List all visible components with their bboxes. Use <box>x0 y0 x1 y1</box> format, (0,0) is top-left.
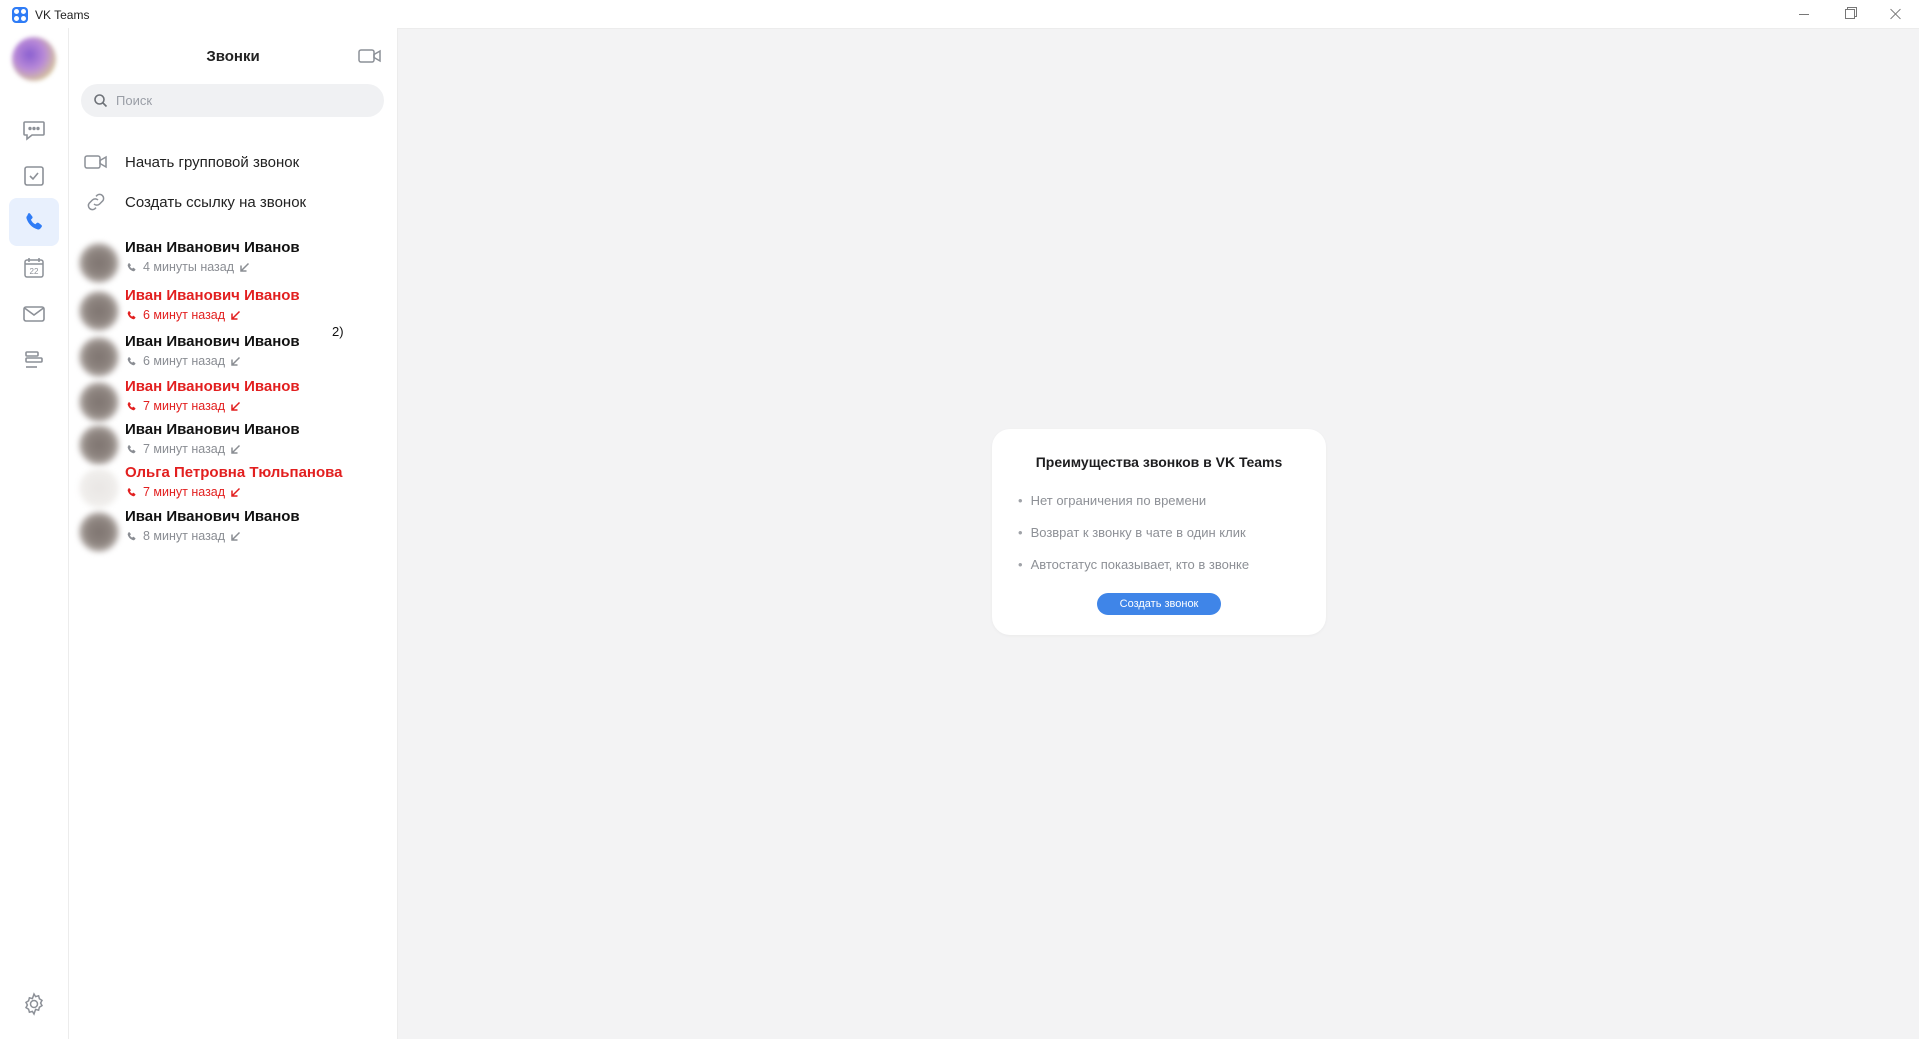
app-title: VK Teams <box>35 8 90 22</box>
card-title: Преимущества звонков в VK Teams <box>1035 454 1283 470</box>
panel-title: Звонки <box>206 48 260 65</box>
video-camera-icon <box>84 155 107 169</box>
incoming-arrow-icon <box>231 531 241 541</box>
contact-avatar <box>79 468 119 508</box>
search-icon <box>94 94 108 108</box>
incoming-arrow-icon <box>231 444 241 454</box>
benefit-item: Автостатус показывает, кто в звонке <box>1018 557 1250 572</box>
close-button[interactable] <box>1873 0 1919 28</box>
call-history-item[interactable]: Иван Иванович Иванов 8 минут назад <box>69 508 397 552</box>
call-history-item[interactable]: Иван Иванович Иванов 7 минут назад <box>69 378 397 422</box>
call-meta: 6 минут назад <box>125 354 241 368</box>
link-icon <box>87 193 105 211</box>
call-meta: 4 минуты назад <box>125 260 250 274</box>
contact-avatar <box>79 512 119 552</box>
call-history-item[interactable]: Иван Иванович Иванов 4 минуты назад <box>69 239 397 283</box>
call-time: 6 минут назад <box>143 308 226 322</box>
contact-name: Иван Иванович Иванов <box>125 508 300 525</box>
gear-icon <box>25 992 43 1016</box>
chat-icon <box>23 121 45 141</box>
minimize-icon <box>1799 13 1809 15</box>
rail-item-feed[interactable] <box>9 336 59 384</box>
start-group-call-label: Начать групповой звонок <box>125 154 300 171</box>
user-avatar[interactable] <box>12 37 56 81</box>
minimize-button[interactable] <box>1781 0 1827 28</box>
phone-icon <box>127 487 136 496</box>
mail-icon <box>23 306 45 322</box>
rail-item-calls[interactable] <box>9 198 59 246</box>
close-icon <box>1890 8 1902 20</box>
call-time: 4 минуты назад <box>143 260 235 274</box>
call-time: 8 минут назад <box>143 529 226 543</box>
phone-icon <box>127 310 136 319</box>
navigation-rail: 22 <box>0 28 69 1039</box>
search-input[interactable]: Поиск <box>81 84 384 117</box>
contact-avatar <box>79 291 119 331</box>
phone-icon <box>127 401 136 410</box>
rail-item-calendar[interactable]: 22 <box>9 244 59 292</box>
call-history-item[interactable]: Ольга Петровна Тюльпанова 7 минут назад <box>69 464 397 508</box>
call-time: 7 минут назад <box>143 485 226 499</box>
create-call-link-button[interactable]: Создать ссылку на звонок <box>69 184 397 220</box>
rail-item-mail[interactable] <box>9 290 59 338</box>
call-history-item[interactable]: Иван Иванович Иванов 7 минут назад <box>69 421 397 465</box>
benefit-item: Возврат к звонку в чате в один клик <box>1018 525 1246 540</box>
contact-name: Иван Иванович Иванов <box>125 421 300 438</box>
phone-icon <box>127 531 136 540</box>
contact-avatar <box>79 425 119 465</box>
incoming-arrow-icon <box>231 487 241 497</box>
vk-teams-logo-icon <box>12 7 28 23</box>
calls-benefits-card: Преимущества звонков в VK Teams Нет огра… <box>992 429 1326 635</box>
create-call-button[interactable]: Создать звонок <box>1097 593 1221 615</box>
calls-panel: Звонки Поиск Начать групповой звонок Соз… <box>69 28 398 1039</box>
incoming-arrow-icon <box>231 401 241 411</box>
video-camera-icon <box>358 49 381 63</box>
search-placeholder: Поиск <box>116 93 153 108</box>
contact-avatar <box>79 382 119 422</box>
rail-item-tasks[interactable] <box>9 152 59 200</box>
maximize-button[interactable] <box>1827 0 1873 28</box>
call-history-item[interactable]: Иван Иванович Иванов 6 минут назад <box>69 287 397 331</box>
call-time: 6 минут назад <box>143 354 226 368</box>
contact-avatar <box>79 337 119 377</box>
create-call-link-label: Создать ссылку на звонок <box>125 194 307 211</box>
call-history-item[interactable]: Иван Иванович Иванов 6 минут назад <box>69 333 397 377</box>
start-group-call-button[interactable]: Начать групповой звонок <box>69 144 397 180</box>
side-note: 2) <box>332 324 344 339</box>
call-meta: 6 минут назад <box>125 308 241 322</box>
call-meta: 8 минут назад <box>125 529 241 543</box>
contact-name: Иван Иванович Иванов <box>125 333 300 350</box>
incoming-arrow-icon <box>240 262 250 272</box>
contact-name: Иван Иванович Иванов <box>125 239 300 256</box>
new-video-call-button[interactable] <box>357 46 383 66</box>
bar-list-icon <box>25 351 43 368</box>
incoming-arrow-icon <box>231 356 241 366</box>
calendar-icon: 22 <box>24 258 44 278</box>
calendar-day: 22 <box>30 267 39 276</box>
title-bar: VK Teams <box>0 0 1919 29</box>
call-meta: 7 минут назад <box>125 442 241 456</box>
contact-name: Иван Иванович Иванов <box>125 378 300 395</box>
incoming-arrow-icon <box>231 310 241 320</box>
call-time: 7 минут назад <box>143 442 226 456</box>
benefit-item: Нет ограничения по времени <box>1018 493 1207 508</box>
phone-icon <box>127 262 136 271</box>
restore-icon <box>1845 9 1855 19</box>
phone-icon <box>127 356 136 365</box>
settings-button[interactable] <box>21 991 47 1017</box>
call-time: 7 минут назад <box>143 399 226 413</box>
call-meta: 7 минут назад <box>125 485 241 499</box>
phone-icon <box>127 444 136 453</box>
contact-name: Ольга Петровна Тюльпанова <box>125 464 343 481</box>
contact-avatar <box>79 243 119 283</box>
rail-item-chats[interactable] <box>9 106 59 154</box>
call-meta: 7 минут назад <box>125 399 241 413</box>
phone-icon <box>26 213 42 230</box>
tasks-icon <box>24 166 44 186</box>
contact-name: Иван Иванович Иванов <box>125 287 300 304</box>
